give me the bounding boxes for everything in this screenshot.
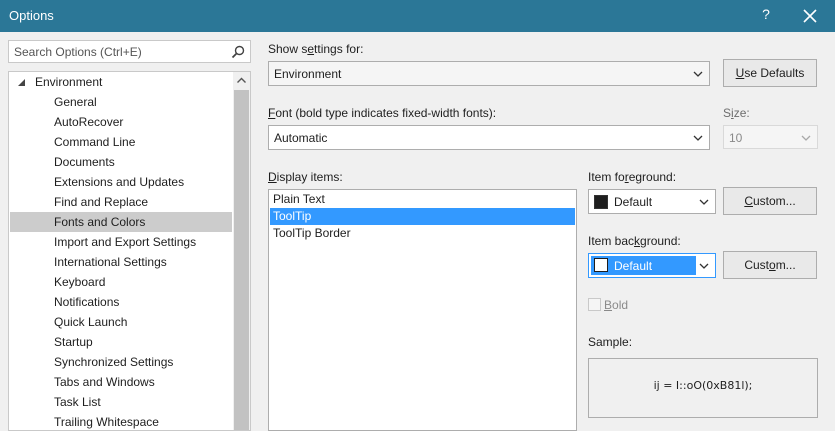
show-settings-value: Environment [274,67,342,81]
tree-item-import-and-export-settings[interactable]: Import and Export Settings [10,232,232,252]
close-button[interactable] [798,4,822,28]
tree-scrollbar[interactable] [233,72,250,430]
close-icon [803,9,817,23]
tree-item-fonts-and-colors[interactable]: Fonts and Colors [10,212,232,232]
size-value: 10 [729,131,743,145]
scroll-up-button[interactable] [233,72,250,89]
display-items-list[interactable]: Plain Text ToolTip ToolTip Border [268,189,577,431]
tree-item-notifications[interactable]: Notifications [10,292,232,312]
chevron-down-icon [699,199,709,205]
item-foreground-dropdown[interactable]: Default [588,189,716,214]
tree-item-command-line[interactable]: Command Line [10,132,232,152]
tree-item-international-settings[interactable]: International Settings [10,252,232,272]
options-tree[interactable]: Environment General AutoRecover Command … [8,71,251,431]
background-custom-button[interactable]: Custom... [723,251,817,279]
size-label: Size: [723,106,750,120]
chevron-down-icon [693,71,703,77]
expanded-arrow-icon [18,79,25,86]
title-bar: Options ? [0,0,835,32]
tree-item-quick-launch[interactable]: Quick Launch [10,312,232,332]
sample-label: Sample: [588,335,633,349]
search-input[interactable]: Search Options (Ctrl+E) [8,40,251,63]
item-background-dropdown[interactable]: Default [588,253,716,278]
tree-item-tabs-and-windows[interactable]: Tabs and Windows [10,372,232,392]
tree-item-environment[interactable]: Environment [10,72,232,92]
show-settings-dropdown[interactable]: Environment [268,61,710,86]
font-value: Automatic [274,131,328,145]
item-foreground-label: Item foreground: [588,170,677,184]
background-color-swatch [594,258,608,272]
bold-label: Bold [604,298,629,312]
tree-item-general[interactable]: General [10,92,232,112]
help-button[interactable]: ? [756,6,776,22]
use-defaults-button[interactable]: Use Defaults [723,59,817,87]
chevron-down-icon [693,135,703,141]
scroll-thumb[interactable] [234,90,249,430]
sample-preview: ij = I::oO(0xB81l); [588,358,818,418]
foreground-color-swatch [594,195,608,209]
tree-item-documents[interactable]: Documents [10,152,232,172]
search-placeholder: Search Options (Ctrl+E) [14,45,142,59]
tree-item-task-list[interactable]: Task List [10,392,232,412]
chevron-down-icon [801,135,811,141]
display-items-label: Display items: [268,170,343,184]
size-dropdown[interactable]: 10 [723,125,818,149]
sample-text: ij = I::oO(0xB81l); [653,379,753,392]
tree-item-keyboard[interactable]: Keyboard [10,272,232,292]
item-background-value: Default [614,259,653,273]
chevron-up-icon [237,77,246,83]
window-title: Options [9,8,54,23]
item-foreground-value: Default [614,195,653,209]
list-item-plain-text[interactable]: Plain Text [270,191,575,208]
chevron-down-icon [699,263,709,269]
list-item-tooltip[interactable]: ToolTip [270,208,575,225]
font-label: Font (bold type indicates fixed-width fo… [268,106,497,120]
item-background-label: Item background: [588,234,681,248]
tree-item-extensions-and-updates[interactable]: Extensions and Updates [10,172,232,192]
show-settings-label: Show settings for: [268,42,364,56]
foreground-custom-button[interactable]: Custom... [723,187,817,215]
tree-item-startup[interactable]: Startup [10,332,232,352]
bold-checkbox[interactable] [588,298,601,311]
tree-item-synchronized-settings[interactable]: Synchronized Settings [10,352,232,372]
font-dropdown[interactable]: Automatic [268,125,710,150]
tree-item-trailing-whitespace[interactable]: Trailing Whitespace [10,412,232,430]
search-icon[interactable] [230,44,246,60]
tree-item-autorecover[interactable]: AutoRecover [10,112,232,132]
list-item-tooltip-border[interactable]: ToolTip Border [270,225,575,242]
tree-item-find-and-replace[interactable]: Find and Replace [10,192,232,212]
tree-item-label: Environment [35,75,103,89]
